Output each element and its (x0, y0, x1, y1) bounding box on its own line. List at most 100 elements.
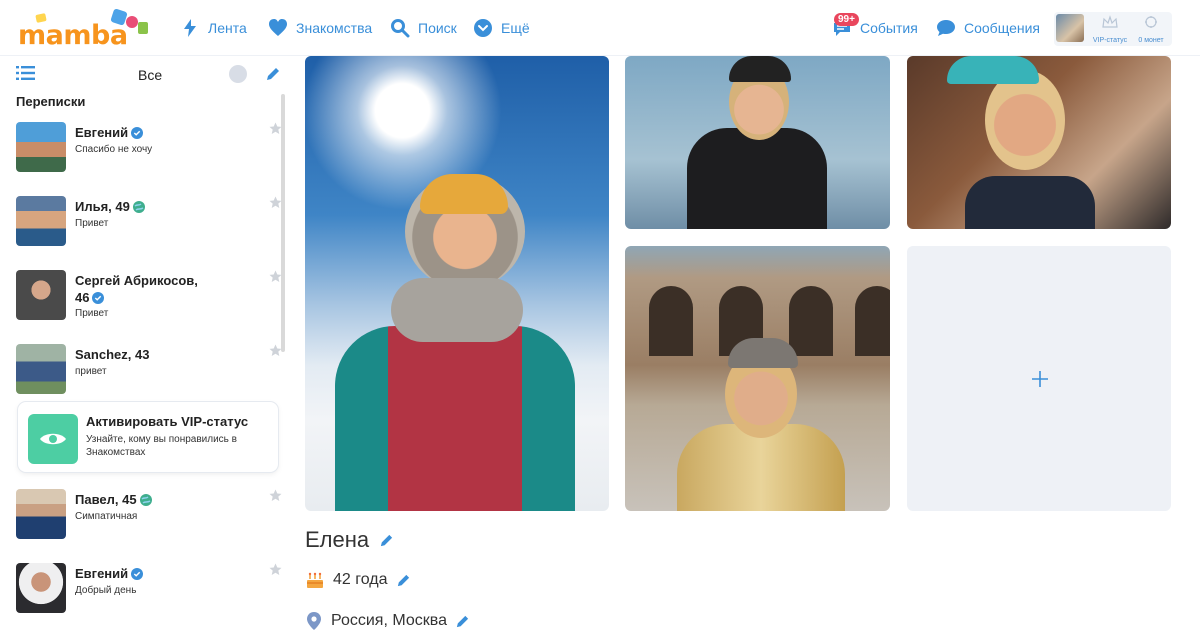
events-badge: 99+ (834, 13, 859, 26)
profile-location-row: Россия, Москва (305, 611, 470, 631)
add-photo-button[interactable] (907, 246, 1171, 511)
photo-background (855, 286, 890, 356)
logo-decoration (138, 22, 148, 34)
profile-location: Россия, Москва (331, 612, 447, 629)
pencil-icon[interactable] (396, 573, 411, 588)
verified-icon (131, 127, 144, 139)
logo-decoration (126, 16, 138, 28)
avatar (16, 122, 66, 172)
chat-last-message: Привет (75, 218, 109, 229)
chat-item[interactable]: Павел, 45 Симпатичная (16, 489, 282, 541)
vip-status-link[interactable]: VIP-статус (1090, 15, 1130, 47)
nav-more-label: Ещё (501, 20, 530, 36)
vip-title: Активировать VIP-статус (86, 414, 249, 429)
photo-figure (391, 278, 523, 342)
coins-link[interactable]: 0 монет (1131, 15, 1171, 47)
bolt-icon (184, 19, 196, 37)
coin-icon (1145, 16, 1157, 28)
avatar (16, 489, 66, 539)
chat-bubble-icon (937, 20, 955, 36)
plus-icon (1032, 371, 1048, 387)
profile-name-row: Елена (305, 527, 394, 553)
chat-name-text: Павел, 45 (75, 492, 137, 507)
nav-more[interactable]: Ещё (473, 17, 530, 39)
nav-messages[interactable]: Сообщения (936, 17, 1040, 39)
filter-dropdown[interactable]: Все (138, 67, 162, 83)
profile-name: Елена (305, 527, 370, 552)
chat-name-text: Илья, 49 (75, 199, 130, 214)
star-icon[interactable] (269, 344, 282, 357)
user-menu[interactable]: VIP-статус 0 монет (1054, 12, 1172, 46)
nav-events-label: События (860, 20, 918, 36)
star-icon[interactable] (269, 489, 282, 502)
photo-figure (947, 56, 1039, 84)
search-icon (391, 19, 410, 38)
photo-figure (729, 56, 791, 82)
nav-dating-label: Знакомства (296, 20, 373, 36)
chat-name: Евгений (75, 124, 215, 141)
chat-last-message: Добрый день (75, 585, 137, 596)
list-icon[interactable] (16, 66, 35, 80)
profile-photo[interactable] (625, 56, 890, 229)
photo-background (649, 286, 693, 356)
chat-last-message: привет (75, 366, 107, 377)
status-toggle[interactable] (229, 65, 247, 83)
user-avatar[interactable] (1056, 14, 1084, 42)
chat-item[interactable]: Сергей Абрикосов, 46 Привет (16, 270, 282, 322)
avatar (16, 270, 66, 320)
nav-search[interactable]: Поиск (390, 17, 457, 39)
chat-item[interactable]: Илья, 49 Привет (16, 196, 282, 248)
chat-name-text: Евгений (75, 125, 129, 140)
heart-icon (269, 19, 287, 36)
chat-last-message: Привет (75, 308, 109, 319)
pencil-icon[interactable] (455, 614, 470, 629)
conversations-title: Переписки (16, 94, 86, 109)
nav-feed-label: Лента (208, 20, 247, 36)
conversations-filter-row: Все (0, 56, 290, 92)
profile-photo-main[interactable] (305, 56, 609, 511)
avatar (16, 563, 66, 613)
star-icon[interactable] (269, 122, 282, 135)
chat-name-text: Евгений (75, 566, 129, 581)
vip-description: Узнайте, кому вы понравились в Знакомств… (86, 434, 237, 458)
star-icon[interactable] (269, 196, 282, 209)
chat-last-message: Симпатичная (75, 511, 138, 522)
activate-vip-card[interactable]: Активировать VIP-статус Узнайте, кому вы… (18, 402, 278, 472)
pencil-icon[interactable] (379, 533, 394, 548)
chat-item[interactable]: Евгений Добрый день (16, 563, 282, 615)
mamba-logo[interactable]: mamba (14, 8, 152, 51)
avatar (16, 196, 66, 246)
photo-figure (687, 128, 827, 229)
star-icon[interactable] (269, 563, 282, 576)
chat-item[interactable]: Sanchez, 43 привет (16, 344, 282, 396)
star-icon[interactable] (269, 270, 282, 283)
logo-text: mamba (18, 20, 128, 51)
crown-icon (1102, 15, 1118, 28)
nav-feed[interactable]: Лента (180, 17, 247, 39)
profile-photo[interactable] (625, 246, 890, 511)
verified-icon (92, 292, 105, 304)
chat-name: Сергей Абрикосов, 46 (75, 272, 215, 306)
nav-dating[interactable]: Знакомства (268, 17, 372, 39)
photo-figure (728, 338, 798, 368)
pencil-icon[interactable] (265, 66, 281, 82)
chat-item[interactable]: Евгений Спасибо не хочу (16, 122, 282, 174)
profile-photo[interactable] (907, 56, 1171, 229)
chevron-down-icon (474, 19, 492, 37)
top-header: mamba Лента Знакомства Поиск Ещё 99+ Соб… (0, 0, 1200, 56)
photo-figure (335, 326, 575, 511)
chat-name: Илья, 49 (75, 198, 215, 215)
profile-age: 42 года (333, 571, 388, 588)
nav-messages-label: Сообщения (964, 20, 1040, 36)
conversations-sidebar: Все Переписки Евгений Спасибо не хочу Ил… (0, 56, 290, 634)
chat-name: Павел, 45 (75, 491, 215, 508)
vip-status-label: VIP-статус (1092, 37, 1128, 44)
eye-icon (40, 433, 66, 445)
photo-background (789, 286, 833, 356)
globe-icon (132, 201, 145, 213)
birthday-cake-icon (307, 572, 323, 588)
coins-label: 0 монет (1138, 37, 1164, 44)
chat-name-text: Sanchez, 43 (75, 347, 150, 362)
chat-name: Евгений (75, 565, 215, 582)
globe-icon (139, 494, 152, 506)
